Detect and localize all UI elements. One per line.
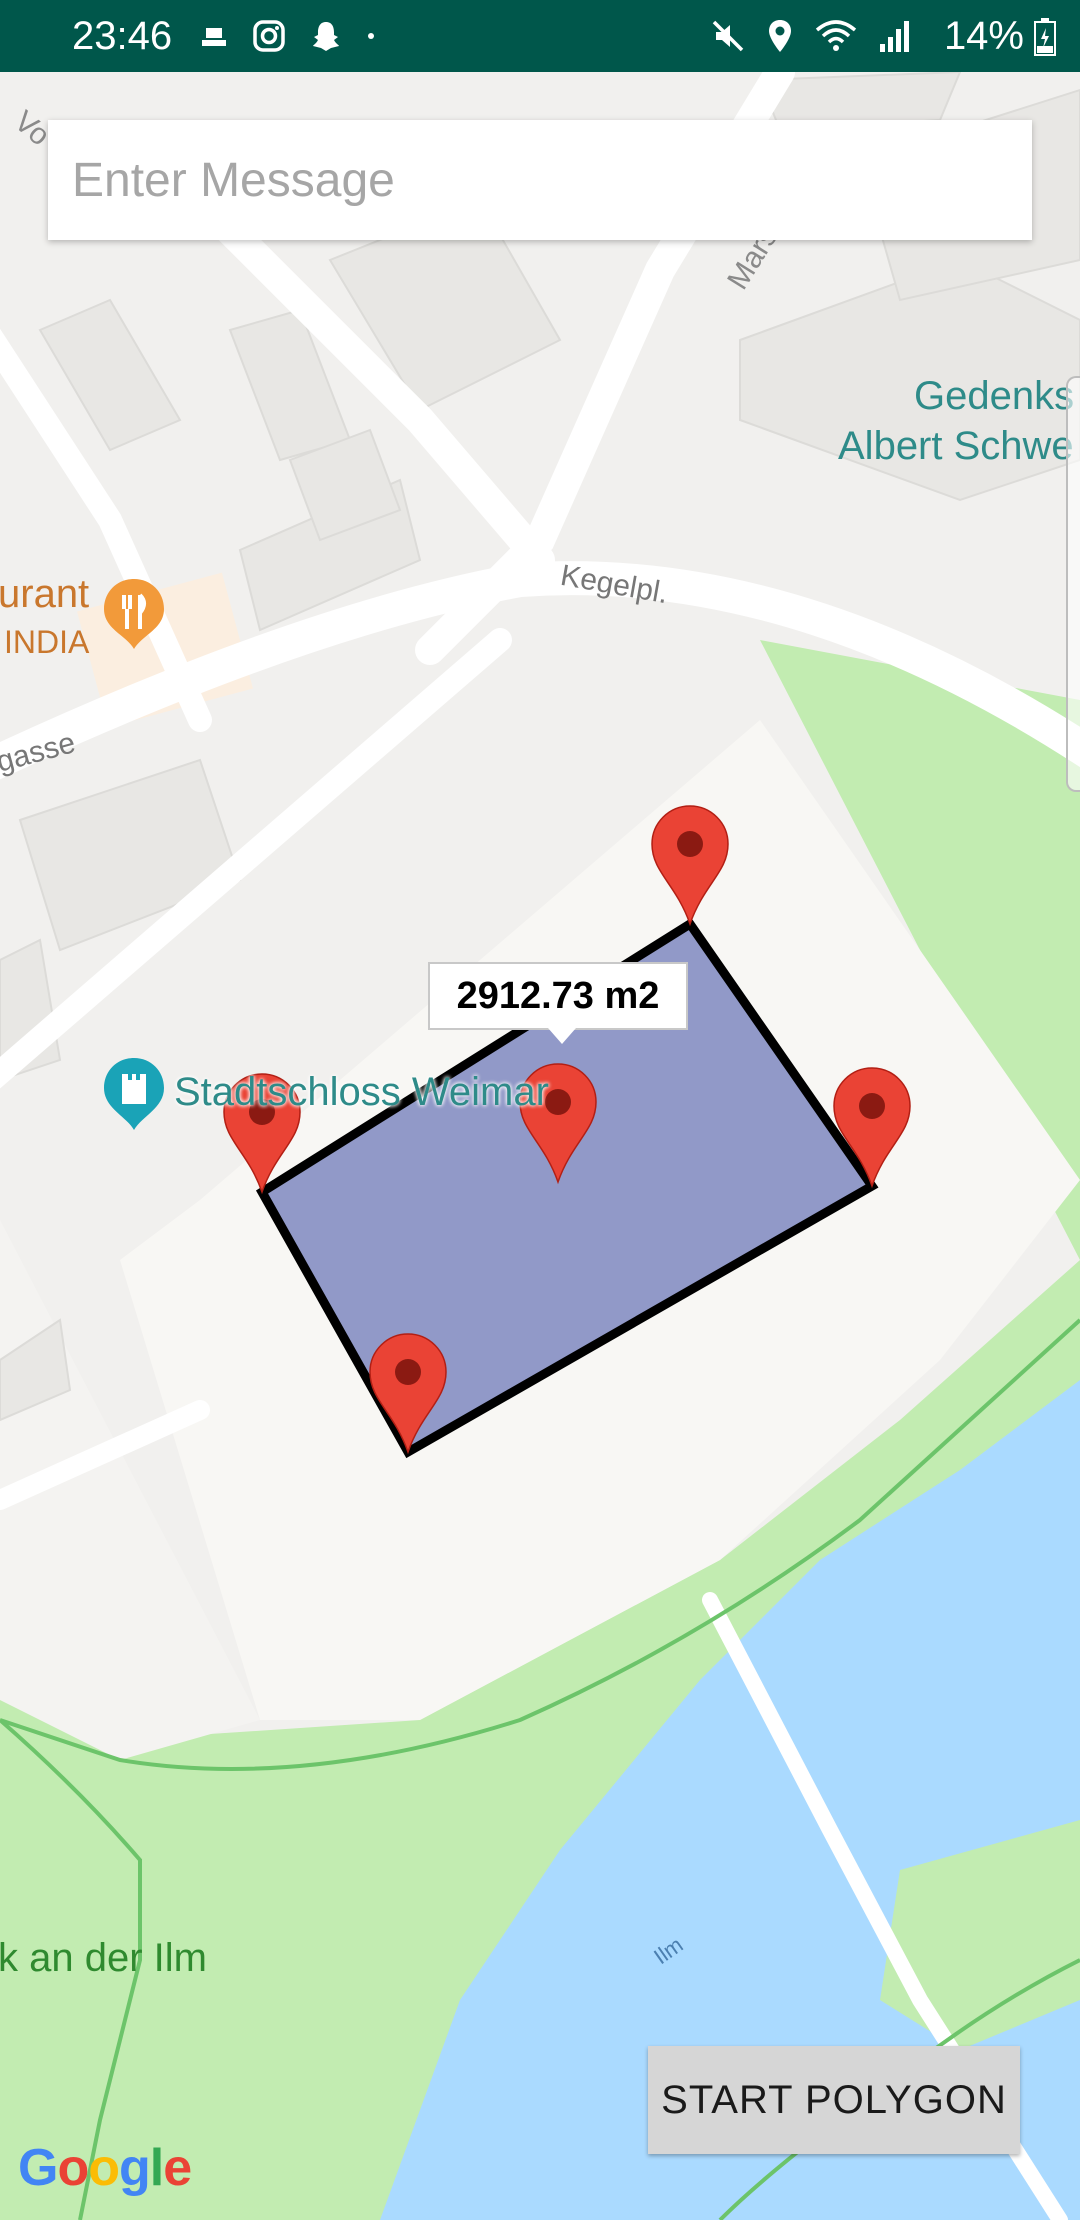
snapchat-icon [313,22,339,51]
google-logo-letter: g [118,2139,151,2197]
system-icons [710,14,910,58]
dot-icon [368,33,374,39]
google-logo-letter: l [149,2139,164,2197]
location-icon [769,20,791,52]
wifi-icon [815,20,857,51]
google-logo-letter: e [163,2139,192,2197]
google-logo-letter: o [88,2139,120,2197]
edge-panel-handle[interactable] [1066,376,1080,792]
app-screen: 23:46 14% Vo Marst Gedenks Albert Schwe … [0,0,1080,2220]
map-label-restaurant-line1: urant [0,572,90,616]
map-label-schloss: Stadtschloss Weimar [174,1070,549,1114]
area-info-window-tail [548,1028,576,1044]
battery-percent: 14% [943,14,1024,58]
area-info-window: 2912.73 m2 [428,962,688,1030]
map-label-park: k an der Ilm [0,1936,207,1980]
google-logo-letter: o [57,2139,89,2197]
map-label-gedenk-line2: Albert Schwe [838,424,1074,468]
google-logo-letter: G [18,2139,58,2197]
message-input-container [48,120,1036,240]
start-polygon-button[interactable]: START POLYGON [648,2046,1020,2154]
status-time: 23:46 [72,14,173,58]
ship-icon [202,28,226,46]
message-input[interactable] [48,120,1036,240]
status-bar: 23:46 14% [0,0,1080,72]
notification-icons [200,14,376,58]
signal-icon [880,21,909,52]
battery-icon [1034,18,1056,56]
map-view[interactable]: Vo Marst Gedenks Albert Schwe urant INDI… [0,72,1080,2220]
instagram-icon [253,20,285,52]
map-label-gedenk-line1: Gedenks [914,374,1075,418]
mute-icon [712,20,744,52]
map-label-restaurant-line2: INDIA [4,624,90,660]
google-logo: Google [18,2138,192,2198]
